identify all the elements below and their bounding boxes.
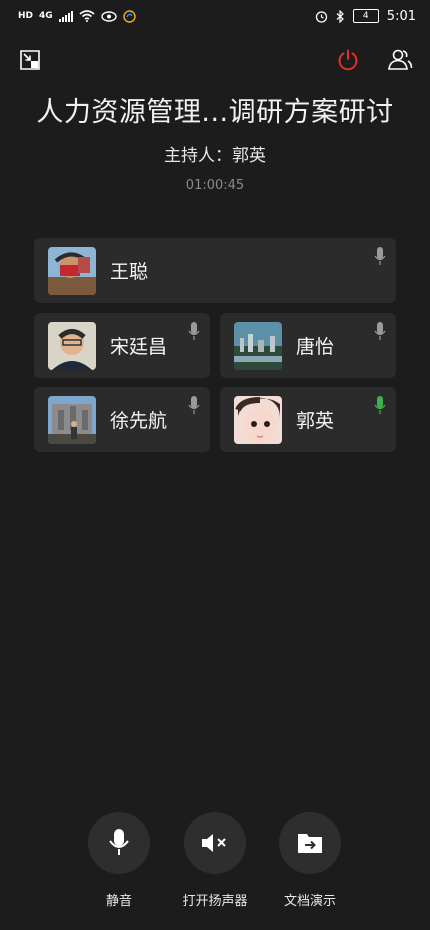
microphone-icon: [109, 829, 129, 855]
bluetooth-icon: [336, 9, 344, 23]
share-document-label: 文档演示: [283, 894, 336, 909]
participants-button[interactable]: [386, 46, 414, 74]
participant-name: 王聪: [110, 261, 149, 283]
avatar: [234, 396, 282, 444]
alarm-icon: [315, 10, 327, 23]
participant-name: 郭英: [296, 410, 335, 432]
clock: 5:01: [386, 8, 416, 24]
avatar: [48, 247, 96, 295]
meeting-timer: 01:00:45: [185, 178, 245, 193]
meeting-host: 主持人：郭英: [164, 146, 266, 166]
participant-tile[interactable]: 郭英: [220, 387, 396, 452]
mic-icon: [374, 247, 386, 265]
share-document-button[interactable]: [279, 812, 341, 874]
participant-tile[interactable]: 王聪: [34, 238, 396, 303]
avatar: [48, 322, 96, 370]
app-notification-icon: [122, 9, 136, 23]
minimize-window-button[interactable]: [16, 46, 44, 74]
mic-icon: [188, 322, 200, 340]
meeting-toolbar: [0, 44, 430, 78]
participant-tile[interactable]: 宋廷昌: [34, 313, 210, 378]
participant-name: 唐怡: [296, 336, 335, 358]
minimize-window-icon: [20, 50, 40, 70]
participant-tile[interactable]: 唐怡: [220, 313, 396, 378]
end-meeting-button[interactable]: [334, 46, 362, 74]
speaker-button[interactable]: [184, 812, 246, 874]
participant-name: 徐先航: [110, 410, 168, 432]
mic-icon: [188, 396, 200, 414]
speaker-muted-icon: [202, 834, 226, 852]
participant-name: 宋廷昌: [110, 336, 168, 358]
avatar: [234, 322, 282, 370]
mute-button[interactable]: [88, 812, 150, 874]
power-icon: [338, 49, 358, 71]
speaker-label: 打开扬声器: [182, 894, 248, 909]
participants-icon: [388, 49, 413, 70]
eye-icon: [100, 10, 117, 22]
mute-label: 静音: [105, 894, 132, 909]
battery-icon: 4: [352, 9, 379, 23]
meeting-title: 人力资源管理...调研方案研讨: [36, 97, 394, 128]
status-bar: HD 4G 4 5:01: [0, 0, 430, 32]
wifi-icon: [79, 10, 95, 22]
participant-tile[interactable]: 徐先航: [34, 387, 210, 452]
avatar: [48, 396, 96, 444]
battery-level: 4: [362, 11, 369, 21]
signal-icon: [58, 10, 73, 22]
network-type: 4G: [39, 11, 53, 21]
hd-indicator: HD: [18, 11, 34, 21]
mic-icon: [374, 322, 386, 340]
mic-active-icon: [374, 396, 386, 414]
folder-share-icon: [298, 834, 322, 853]
